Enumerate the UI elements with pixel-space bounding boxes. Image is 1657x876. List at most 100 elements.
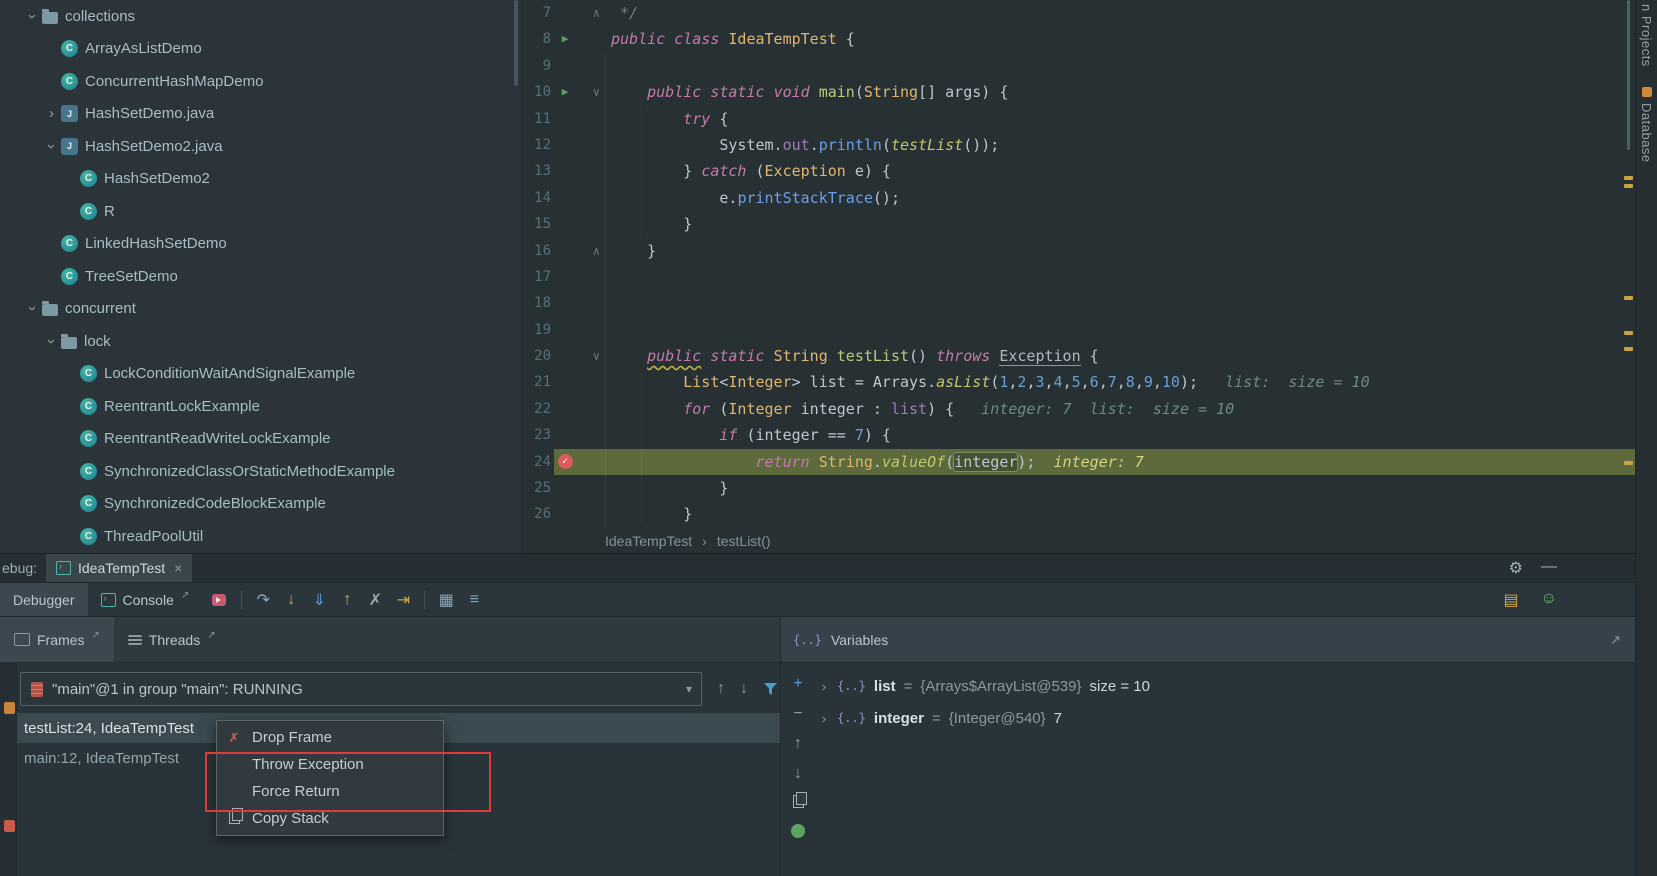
tree-item-hashsetdemo2-java[interactable]: ›JHashSetDemo2.java: [0, 130, 521, 163]
step-out-icon[interactable]: ↑: [333, 591, 361, 609]
force-step-into-icon[interactable]: ⇓: [305, 590, 333, 610]
tool-window-button-n-projects[interactable]: n Projects: [1639, 4, 1654, 67]
keyboard-shortcuts-icon[interactable]: ▤: [1504, 590, 1519, 610]
code-line-17[interactable]: 17: [521, 264, 1635, 290]
fold-icon[interactable]: ∧: [576, 0, 607, 26]
code-line-25[interactable]: 25 }: [521, 475, 1635, 501]
run-icon[interactable]: ▶: [554, 26, 576, 52]
run-to-cursor-icon[interactable]: ⇥: [389, 590, 417, 610]
warning-stripe-mark[interactable]: [1624, 296, 1633, 300]
warning-stripe-mark[interactable]: [1624, 176, 1633, 180]
breadcrumb-method[interactable]: testList(): [717, 533, 771, 549]
evaluate-expression-icon[interactable]: ▦: [432, 590, 460, 610]
tree-item-threadpoolutil[interactable]: CThreadPoolUtil: [0, 520, 521, 553]
code-line-13[interactable]: 13 } catch (Exception e) {: [521, 158, 1635, 184]
code-line-20[interactable]: 20∨ public static String testList() thro…: [521, 343, 1635, 369]
code-line-15[interactable]: 15 }: [521, 211, 1635, 237]
tree-item-reentrantlockexample[interactable]: CReentrantLockExample: [0, 390, 521, 423]
variable-row-integer[interactable]: ›{..}integer = {Integer@540} 7: [815, 702, 1635, 734]
tree-item-lockconditionwaitandsignalexample[interactable]: CLockConditionWaitAndSignalExample: [0, 358, 521, 391]
remove-watch-icon[interactable]: −: [788, 704, 808, 724]
move-up-icon[interactable]: ↑: [788, 734, 808, 754]
code-line-14[interactable]: 14 e.printStackTrace();: [521, 185, 1635, 211]
project-scrollbar-thumb[interactable]: [514, 0, 518, 86]
fold-icon[interactable]: ∨: [576, 343, 607, 369]
code-area[interactable]: 7∧ */8▶public class IdeaTempTest {910▶∨ …: [521, 0, 1635, 528]
session-status-icon[interactable]: [791, 824, 805, 838]
code-line-10[interactable]: 10▶∨ public static void main(String[] ar…: [521, 79, 1635, 105]
tree-item-arrayaslistdemo[interactable]: CArrayAsListDemo: [0, 33, 521, 66]
duplicate-icon[interactable]: [788, 794, 808, 814]
tree-item-concurrenthashmapdemo[interactable]: CConcurrentHashMapDemo: [0, 65, 521, 98]
step-into-icon[interactable]: ↓: [277, 591, 305, 609]
breakpoint-icon[interactable]: ✓: [554, 449, 576, 475]
filter-icon[interactable]: [763, 682, 778, 696]
editor-scrollbar-thumb[interactable]: [1627, 0, 1630, 150]
add-watch-icon[interactable]: +: [788, 674, 808, 694]
code-line-11[interactable]: 11 try {: [521, 106, 1635, 132]
tree-item-lock[interactable]: ›lock: [0, 325, 521, 358]
run-icon[interactable]: ▶: [554, 79, 576, 105]
expand-icon[interactable]: ↗: [1610, 632, 1621, 648]
layout-settings-icon[interactable]: ≡: [460, 591, 488, 609]
fold-icon[interactable]: ∨: [576, 79, 607, 105]
code-line-12[interactable]: 12 System.out.println(testList());: [521, 132, 1635, 158]
code-line-26[interactable]: 26 }: [521, 501, 1635, 527]
step-over-icon[interactable]: ↷: [249, 590, 277, 610]
variable-row-list[interactable]: ›{..}list = {Arrays$ArrayList@539} size …: [815, 670, 1635, 702]
tree-item-concurrent[interactable]: ›concurrent: [0, 293, 521, 326]
tree-item-hashsetdemo-java[interactable]: ›JHashSetDemo.java: [0, 98, 521, 131]
next-frame-icon[interactable]: ↓: [740, 680, 748, 698]
show-output-icon[interactable]: [212, 594, 226, 606]
code-line-7[interactable]: 7∧ */: [521, 0, 1635, 26]
tree-item-synchronizedcodeblockexample[interactable]: CSynchronizedCodeBlockExample: [0, 488, 521, 521]
warning-stripe-mark[interactable]: [1624, 331, 1633, 335]
menu-item-throw-exception[interactable]: Throw Exception: [217, 751, 443, 778]
menu-item-copy-stack[interactable]: Copy Stack: [217, 805, 443, 832]
tree-item-hashsetdemo2[interactable]: CHashSetDemo2: [0, 163, 521, 196]
tab-debugger[interactable]: Debugger: [0, 583, 88, 616]
code-line-22[interactable]: 22 for (Integer integer : list) { intege…: [521, 396, 1635, 422]
session-tab-title: IdeaTempTest: [78, 560, 165, 576]
breadcrumb-class[interactable]: IdeaTempTest: [605, 533, 692, 549]
chevron-right-icon[interactable]: ›: [819, 711, 829, 726]
tool-window-button-database[interactable]: Database: [1639, 87, 1654, 163]
tree-item-synchronizedclassorstaticmethodexample[interactable]: CSynchronizedClassOrStaticMethodExample: [0, 455, 521, 488]
code-line-16[interactable]: 16∧ }: [521, 238, 1635, 264]
tree-item-treesetdemo[interactable]: CTreeSetDemo: [0, 260, 521, 293]
code-line-23[interactable]: 23 if (integer == 7) {: [521, 422, 1635, 448]
drop-frame-icon[interactable]: ✗: [361, 590, 389, 610]
prev-frame-icon[interactable]: ↑: [717, 680, 725, 698]
close-tab-icon[interactable]: ×: [174, 560, 182, 576]
code-line-24[interactable]: 24✓ return String.valueOf(integer); inte…: [521, 449, 1635, 475]
stop-icon[interactable]: [4, 820, 15, 832]
hide-panel-icon[interactable]: —: [1541, 558, 1557, 578]
pause-output-icon[interactable]: [4, 702, 15, 714]
tree-item-r[interactable]: CR: [0, 195, 521, 228]
code-line-9[interactable]: 9: [521, 53, 1635, 79]
tree-item-reentrantreadwritelockexample[interactable]: CReentrantReadWriteLockExample: [0, 423, 521, 456]
feedback-smiley-icon[interactable]: ☺: [1541, 590, 1557, 610]
tab-console[interactable]: Console↗: [88, 583, 203, 616]
thread-selector[interactable]: "main"@1 in group "main": RUNNING ▾: [20, 672, 702, 706]
debug-session-tab[interactable]: IdeaTempTest ×: [46, 554, 192, 582]
warning-stripe-mark[interactable]: [1624, 461, 1633, 465]
code-line-18[interactable]: 18: [521, 290, 1635, 316]
chevron-down-icon[interactable]: ▾: [686, 682, 692, 696]
code-line-19[interactable]: 19: [521, 317, 1635, 343]
tree-item-collections[interactable]: ›collections: [0, 0, 521, 33]
code-line-21[interactable]: 21 List<Integer> list = Arrays.asList(1,…: [521, 369, 1635, 395]
warning-stripe-mark[interactable]: [1624, 184, 1633, 188]
tab-threads[interactable]: Threads↗: [114, 617, 230, 662]
tree-item-linkedhashsetdemo[interactable]: CLinkedHashSetDemo: [0, 228, 521, 261]
move-down-icon[interactable]: ↓: [788, 764, 808, 784]
tab-frames[interactable]: Frames↗: [0, 617, 114, 662]
warning-stripe-mark[interactable]: [1624, 347, 1633, 351]
menu-item-force-return[interactable]: Force Return: [217, 778, 443, 805]
menu-item-drop-frame[interactable]: ✗Drop Frame: [217, 724, 443, 751]
settings-gear-icon[interactable]: ⚙: [1509, 558, 1523, 578]
error-stripe[interactable]: [1621, 0, 1635, 528]
fold-icon[interactable]: ∧: [576, 238, 607, 264]
code-line-8[interactable]: 8▶public class IdeaTempTest {: [521, 26, 1635, 52]
chevron-right-icon[interactable]: ›: [819, 679, 829, 694]
